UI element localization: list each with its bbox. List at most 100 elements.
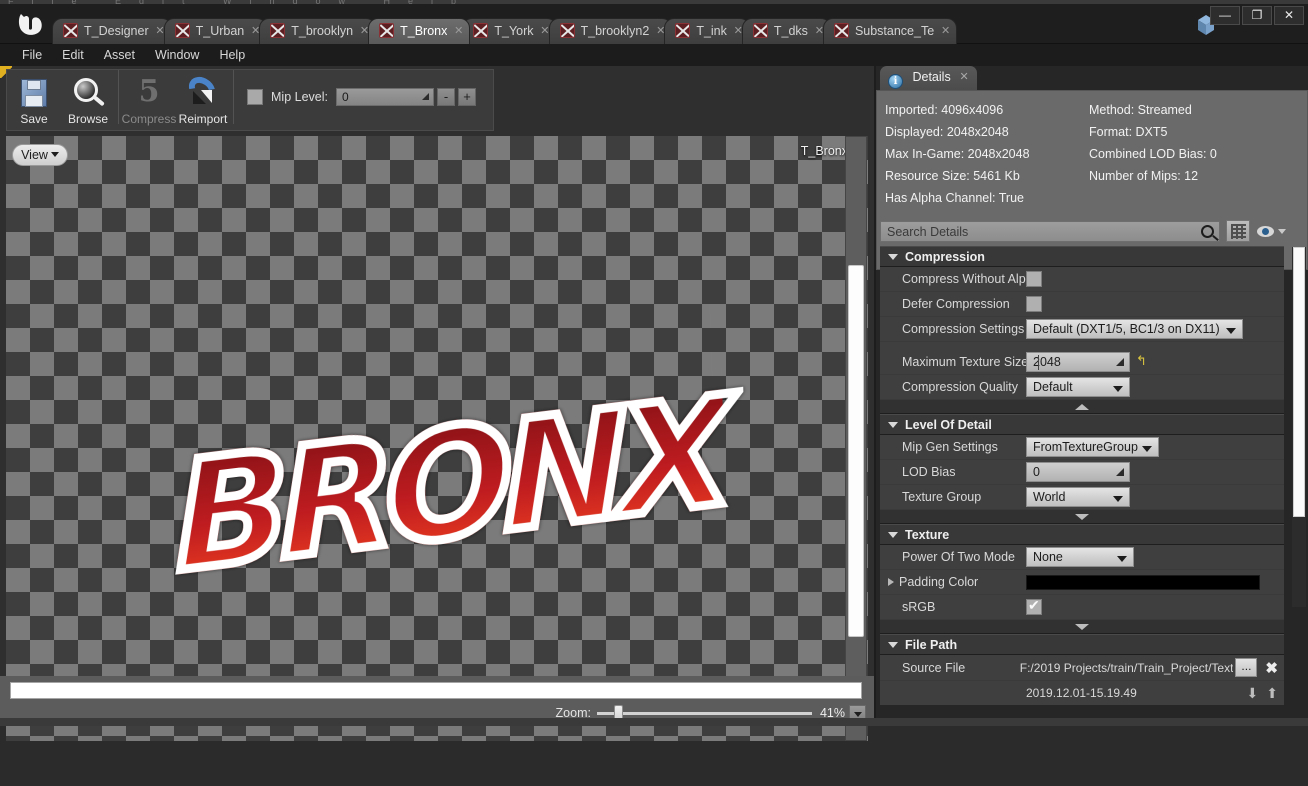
reimport-button[interactable]: Reimport	[176, 71, 230, 130]
color-swatch-padding-color[interactable]	[1026, 574, 1260, 590]
section-header-file-path[interactable]: File Path	[880, 634, 1284, 655]
unreal-texture-editor-window: T_Designer ✕ T_Urban ✕ T_brooklyn ✕ T_Bronx ✕ T_…	[0, 4, 1308, 741]
section-title-compression: Compression	[905, 249, 985, 264]
row-maximum-texture-size[interactable]: Maximum Texture Size 2048 ↰	[880, 350, 1284, 375]
expand-level-of-detail-button[interactable]	[880, 510, 1284, 524]
mip-level-increment-button[interactable]: +	[457, 88, 476, 106]
details-scrollbar-thumb[interactable]	[1293, 247, 1305, 517]
collapse-compression-button[interactable]	[880, 400, 1284, 414]
menu-file[interactable]: File	[12, 44, 52, 66]
dropdown-mip-gen-settings[interactable]: FromTextureGroup	[1026, 437, 1159, 457]
drag-handle-icon[interactable]	[1116, 358, 1124, 366]
compress-button[interactable]: 5 Compress	[122, 72, 177, 130]
tab-t_brooklyn2[interactable]: T_brooklyn2 ✕	[548, 18, 673, 44]
mip-level-decrement-button[interactable]: -	[436, 88, 455, 106]
section-header-level-of-detail[interactable]: Level Of Detail	[880, 414, 1284, 435]
details-search-row[interactable]: Search Details	[880, 219, 1304, 243]
row-power-of-two-mode[interactable]: Power Of Two Mode None	[880, 545, 1284, 570]
mip-level-control-group[interactable]: Mip Level: 0 - +	[247, 88, 476, 106]
row-source-file-timestamp: 2019.12.01-15.19.49 ⬇ ⬆	[880, 681, 1284, 705]
asset-toolbar[interactable]: Save Browse 5 Compress Reimport Mip Leve…	[6, 69, 494, 131]
row-source-file[interactable]: Source File F:/2019 Projects/train/Train…	[880, 655, 1284, 681]
drag-handle-icon[interactable]	[1116, 468, 1124, 476]
menu-edit[interactable]: Edit	[52, 44, 94, 66]
browse-button[interactable]: Browse	[61, 72, 115, 130]
metadata-left-line-0: Imported: 4096x4096	[885, 103, 1004, 117]
close-button[interactable]: ✕	[1274, 6, 1304, 25]
zoom-slider[interactable]	[596, 704, 812, 722]
window-controls[interactable]: — ❐ ✕	[1210, 6, 1304, 25]
menu-asset[interactable]: Asset	[94, 44, 145, 66]
dropdown-compression-quality[interactable]: Default	[1026, 377, 1130, 397]
download-icon[interactable]: ⬇	[1247, 685, 1259, 702]
horizontal-scrollbar[interactable]	[10, 682, 862, 699]
tab-t_bronx[interactable]: T_Bronx ✕	[368, 18, 471, 44]
tab-t_york[interactable]: T_York ✕	[462, 18, 557, 44]
row-defer-compression[interactable]: Defer Compression	[880, 292, 1284, 317]
upload-icon[interactable]: ⬆	[1266, 685, 1278, 702]
dropdown-compression-settings[interactable]: Default (DXT1/5, BC1/3 on DX11)	[1026, 319, 1243, 339]
label-padding-color[interactable]: Padding Color	[880, 575, 1026, 589]
menu-window[interactable]: Window	[145, 44, 209, 66]
menu-help[interactable]: Help	[209, 44, 255, 66]
chevron-down-icon	[1278, 228, 1286, 234]
checkbox-defer-compression[interactable]	[1026, 296, 1042, 312]
property-list[interactable]: Compression Compress Without Alpha Defer…	[880, 246, 1304, 786]
close-icon[interactable]: ✕	[959, 66, 968, 89]
info-icon: i	[888, 74, 903, 89]
minimize-button[interactable]: —	[1210, 6, 1240, 25]
chevron-down-icon	[1113, 386, 1123, 392]
checkbox-compress-without-alpha[interactable]	[1026, 271, 1042, 287]
row-compression-quality[interactable]: Compression Quality Default	[880, 375, 1284, 400]
mip-level-input[interactable]: 0	[335, 88, 434, 106]
dropdown-texture-group[interactable]: World	[1026, 487, 1130, 507]
tab-substance_te[interactable]: Substance_Te ✕	[822, 18, 958, 44]
source-file-value-group[interactable]: F:/2019 Projects/train/Train_Project/Tex…	[1020, 658, 1284, 677]
row-srgb[interactable]: sRGB	[880, 595, 1284, 620]
viewport-scrollbar-thumb[interactable]	[848, 265, 864, 637]
tab-t_brooklyn[interactable]: T_brooklyn ✕	[259, 18, 377, 44]
dropdown-power-of-two-mode[interactable]: None	[1026, 547, 1134, 567]
section-header-texture[interactable]: Texture	[880, 524, 1284, 545]
input-maximum-texture-size[interactable]: 2048	[1026, 352, 1130, 372]
maximize-button[interactable]: ❐	[1242, 6, 1272, 25]
details-view-grid-button[interactable]	[1226, 220, 1250, 242]
chevron-right-icon[interactable]	[888, 578, 894, 586]
expand-texture-button[interactable]	[880, 620, 1284, 634]
tab-t_ink[interactable]: T_ink ✕	[664, 18, 750, 44]
row-texture-group[interactable]: Texture Group World	[880, 485, 1284, 510]
reset-to-default-icon[interactable]: ↰	[1136, 355, 1147, 369]
row-compress-without-alpha[interactable]: Compress Without Alpha	[880, 267, 1284, 292]
metadata-right-line-3: Number of Mips: 12	[1089, 169, 1199, 183]
browse-source-file-button[interactable]: ...	[1235, 658, 1258, 677]
input-lod-bias[interactable]: 0	[1026, 462, 1130, 482]
details-vertical-scrollbar[interactable]	[1292, 247, 1306, 607]
tab-strip[interactable]: T_Designer ✕ T_Urban ✕ T_brooklyn ✕ T_Bronx ✕ T_…	[52, 18, 1182, 44]
close-icon[interactable]: ✕	[941, 19, 950, 44]
view-options-button[interactable]: View	[12, 144, 68, 166]
tab-t_dks[interactable]: T_dks ✕	[741, 18, 831, 44]
viewport-vertical-scrollbar[interactable]	[845, 136, 867, 741]
row-padding-color[interactable]: Padding Color	[880, 570, 1284, 595]
clear-source-file-button[interactable]: ✖	[1265, 659, 1278, 677]
section-header-compression[interactable]: Compression	[880, 246, 1284, 267]
row-lod-bias[interactable]: LOD Bias 0	[880, 460, 1284, 485]
drag-handle-icon[interactable]	[421, 93, 429, 100]
tab-details[interactable]: i Details ✕	[880, 66, 977, 90]
search-input[interactable]: Search Details	[880, 220, 1220, 242]
menu-bar[interactable]: File Edit Asset Window Help	[0, 44, 1308, 66]
metadata-left-line-1: Displayed: 2048x2048	[885, 125, 1009, 139]
texture-viewport[interactable]: BRONX View T_Bronx	[6, 136, 868, 741]
tab-t_urban[interactable]: T_Urban ✕	[163, 18, 268, 44]
close-icon[interactable]: ✕	[454, 19, 463, 44]
details-visibility-button[interactable]	[1257, 225, 1286, 237]
label-compression-quality: Compression Quality	[902, 380, 1019, 394]
mip-level-checkbox[interactable]	[247, 89, 263, 105]
view-options-label: View	[21, 148, 48, 162]
checkbox-srgb[interactable]	[1026, 597, 1042, 615]
value-source-file-timestamp: 2019.12.01-15.19.49	[1026, 686, 1137, 700]
tab-t_designer[interactable]: T_Designer ✕	[52, 18, 172, 44]
row-mip-gen-settings[interactable]: Mip Gen Settings FromTextureGroup	[880, 435, 1284, 460]
row-compression-settings[interactable]: Compression Settings Default (DXT1/5, BC…	[880, 317, 1284, 342]
save-button[interactable]: Save	[7, 72, 61, 130]
